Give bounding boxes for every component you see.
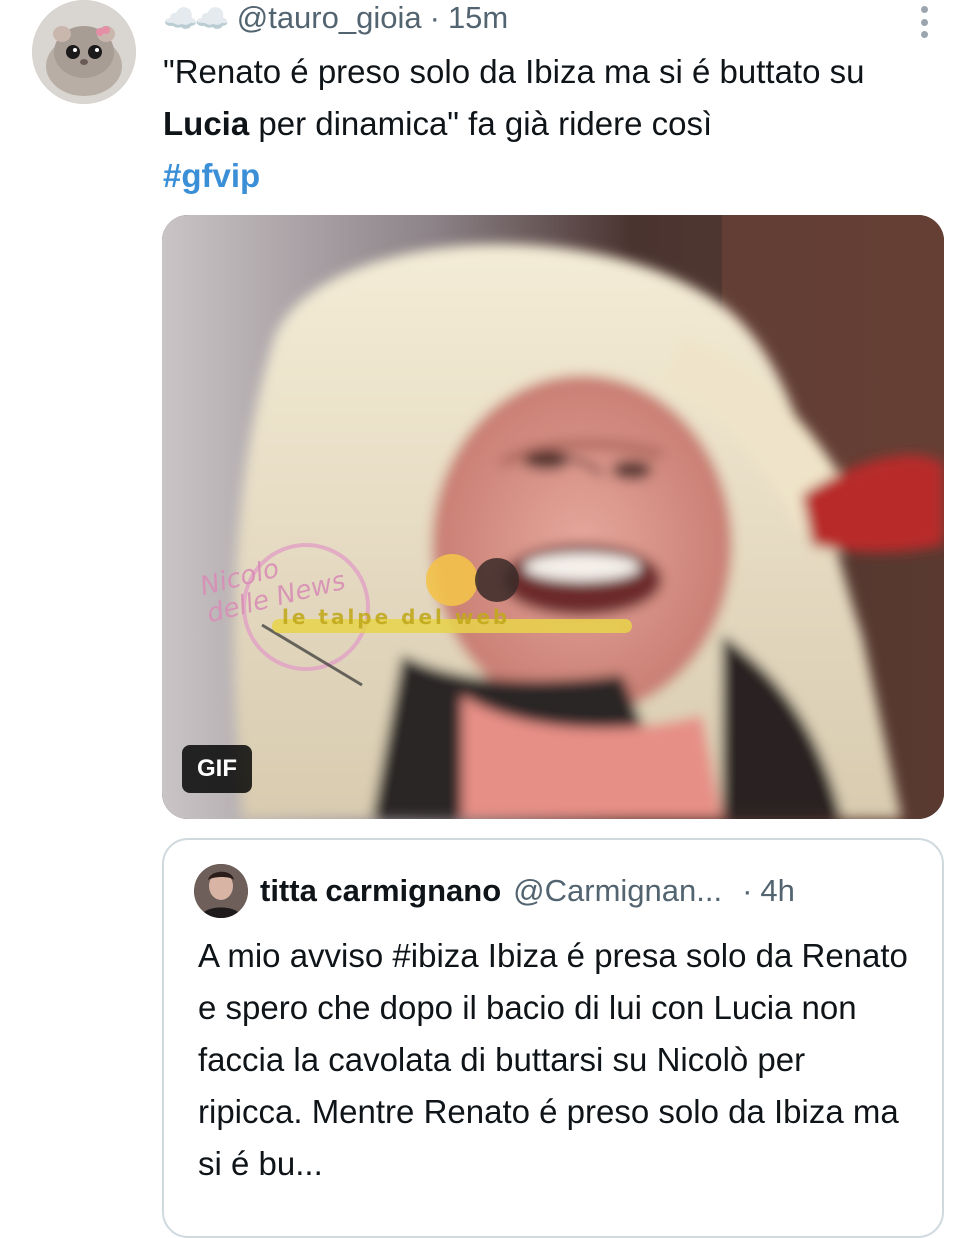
tweet-text-part2: per dinamica" fa già ridere così bbox=[249, 105, 713, 142]
cloud-emoji-name[interactable]: ☁️☁️ bbox=[163, 2, 230, 35]
author-avatar[interactable] bbox=[32, 0, 136, 104]
quoted-author-name[interactable]: titta carmignano bbox=[260, 873, 501, 909]
quoted-author-handle[interactable]: @Carmignan... bbox=[513, 873, 722, 909]
quoted-header: titta carmignano @Carmignan... · 4h bbox=[260, 868, 795, 914]
tweet-text-part1: "Renato é preso solo da Ibiza ma si é bu… bbox=[163, 53, 865, 90]
tweet-timestamp[interactable]: 15m bbox=[448, 0, 508, 36]
tweet-text: "Renato é preso solo da Ibiza ma si é bu… bbox=[163, 46, 953, 202]
dot bbox=[920, 18, 928, 26]
quoted-avatar-icon bbox=[194, 864, 248, 918]
author-handle[interactable]: @tauro_gioia bbox=[237, 0, 422, 36]
header-separator: · bbox=[429, 0, 440, 35]
dot bbox=[920, 6, 928, 13]
more-options-icon[interactable] bbox=[912, 2, 936, 42]
quoted-tweet-text: A mio avviso #ibiza Ibiza é presa solo d… bbox=[198, 937, 908, 1182]
hamster-avatar-icon bbox=[32, 0, 136, 104]
quoted-avatar[interactable] bbox=[194, 864, 248, 918]
gif-badge: GIF bbox=[182, 745, 252, 793]
gif-media[interactable]: Nicolo delle News le talpe del web GIF bbox=[162, 215, 944, 819]
dot bbox=[920, 31, 928, 38]
hashtag-link[interactable]: #gfvip bbox=[163, 150, 953, 202]
watermark-talpe: le talpe del web bbox=[282, 605, 511, 629]
gif-frame-image bbox=[162, 215, 944, 819]
quoted-separator: · bbox=[742, 873, 753, 908]
tweet-text-highlight: Lucia bbox=[163, 105, 250, 142]
tweet-header: ☁️☁️ @tauro_gioia · 15m bbox=[163, 0, 508, 40]
quoted-timestamp[interactable]: 4h bbox=[760, 873, 794, 909]
quoted-tweet[interactable]: titta carmignano @Carmignan... · 4h A mi… bbox=[162, 838, 944, 1238]
